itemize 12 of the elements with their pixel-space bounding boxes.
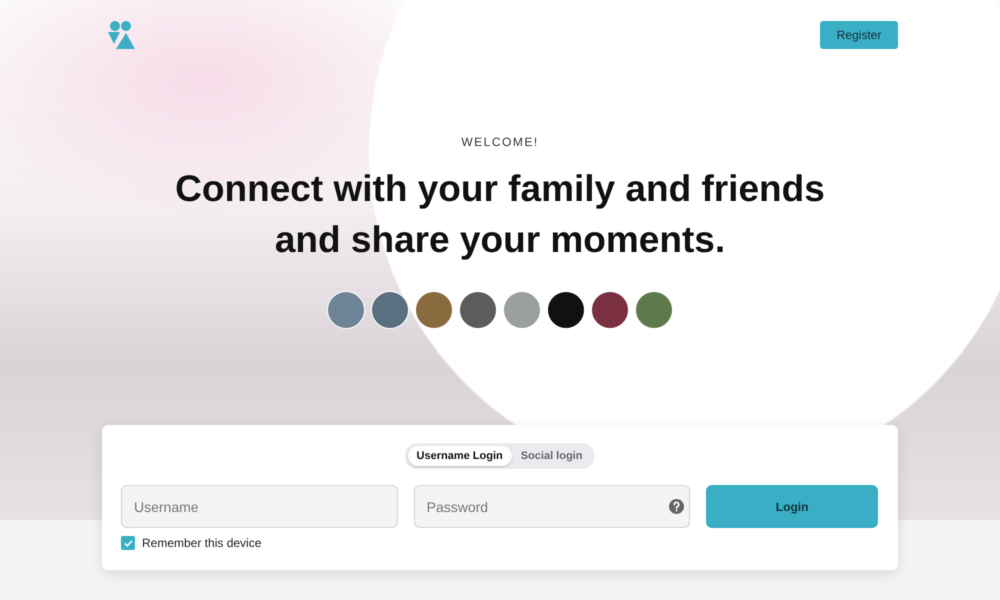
- welcome-label: WELCOME!: [461, 135, 539, 149]
- logo-icon: [108, 20, 135, 50]
- checkbox[interactable]: [121, 536, 135, 550]
- checkmark-icon: [124, 538, 132, 548]
- register-button[interactable]: Register: [820, 21, 898, 49]
- remember-label: Remember this device: [142, 536, 262, 550]
- login-tab[interactable]: Username Login: [408, 446, 512, 466]
- username-field[interactable]: Username: [121, 485, 398, 528]
- login-button[interactable]: Login: [706, 485, 878, 528]
- login-tab[interactable]: Social login: [512, 446, 592, 466]
- headline: Connect with your family and friends and share your moments.: [175, 167, 825, 262]
- password-field[interactable]: Password: [414, 485, 690, 528]
